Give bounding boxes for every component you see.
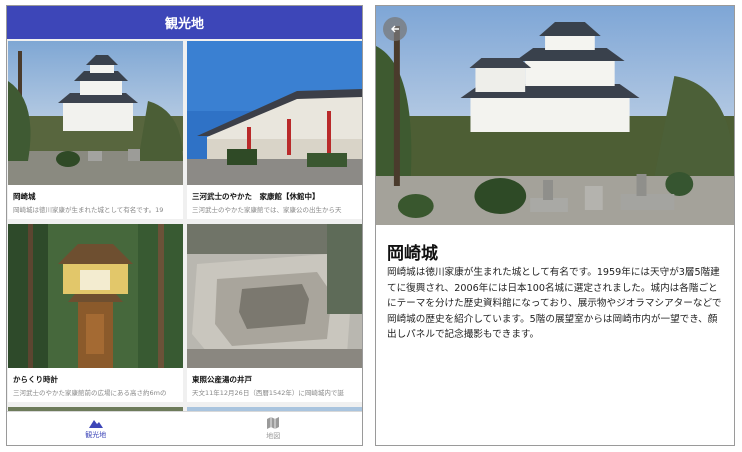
spot-card-karakuri-clock[interactable]: からくり時計 三河武士のやかた家康館前の広場にある高さ約6mの xyxy=(8,224,183,402)
mountain-icon xyxy=(88,419,103,428)
spot-card-okazaki-castle[interactable]: 岡崎城 岡崎城は徳川家康が生まれた城として有名です。19 xyxy=(8,41,183,219)
detail-title: 岡崎城 xyxy=(387,244,438,264)
card-description: 三河武士のやかた家康館では、家康公の出生から天 xyxy=(192,206,342,214)
card-description: 三河武士のやかた家康館前の広場にある高さ約6mの xyxy=(13,389,167,397)
detail-description: 岡崎城は徳川家康が生まれた城として有名です。1959年には天守が3層5階建てに復… xyxy=(387,267,722,341)
nav-tab-map[interactable]: 地図 xyxy=(185,412,363,445)
spot-card-ubuyu-well[interactable]: 東照公産湯の井戸 天文11年12月26日（西暦1542年）に岡崎城内で誕 xyxy=(187,224,362,402)
bottom-navigation: 観光地 地図 xyxy=(7,411,362,445)
card-title: からくり時計 xyxy=(13,375,58,384)
spot-card-ieyasu-museum[interactable]: 三河武士のやかた 家康館【休館中】 三河武士のやかた家康館では、家康公の出生から… xyxy=(187,41,362,219)
card-description: 天文11年12月26日（西暦1542年）に岡崎城内で誕 xyxy=(192,389,344,397)
card-description: 岡崎城は徳川家康が生まれた城として有名です。19 xyxy=(13,206,164,214)
back-button[interactable] xyxy=(383,17,407,41)
castle-hero-photo xyxy=(376,6,734,225)
app-header: 観光地 xyxy=(7,6,362,39)
card-title: 岡崎城 xyxy=(13,192,36,201)
clock-photo xyxy=(8,224,183,368)
well-photo xyxy=(187,224,362,368)
detail-screen: 岡崎城 岡崎城は徳川家康が生まれた城として有名です。1959年には天守が3層5階… xyxy=(375,5,735,446)
arrow-left-icon xyxy=(391,25,399,33)
nav-label: 地図 xyxy=(266,431,281,440)
map-icon xyxy=(267,416,280,429)
card-title: 東照公産湯の井戸 xyxy=(192,375,252,384)
nav-label: 観光地 xyxy=(85,430,107,439)
nav-tab-sightseeing[interactable]: 観光地 xyxy=(7,412,185,445)
spot-grid: 岡崎城 岡崎城は徳川家康が生まれた城として有名です。19 三河武士のやかた 家康… xyxy=(7,39,362,413)
castle-photo xyxy=(8,41,183,185)
list-screen: 観光地 岡崎城 岡崎城は徳川家康が生まれた城として有名です。19 三河武士のやか… xyxy=(6,5,363,446)
page-title: 観光地 xyxy=(164,17,204,32)
museum-photo xyxy=(187,41,362,185)
card-title: 三河武士のやかた 家康館【休館中】 xyxy=(192,192,320,201)
